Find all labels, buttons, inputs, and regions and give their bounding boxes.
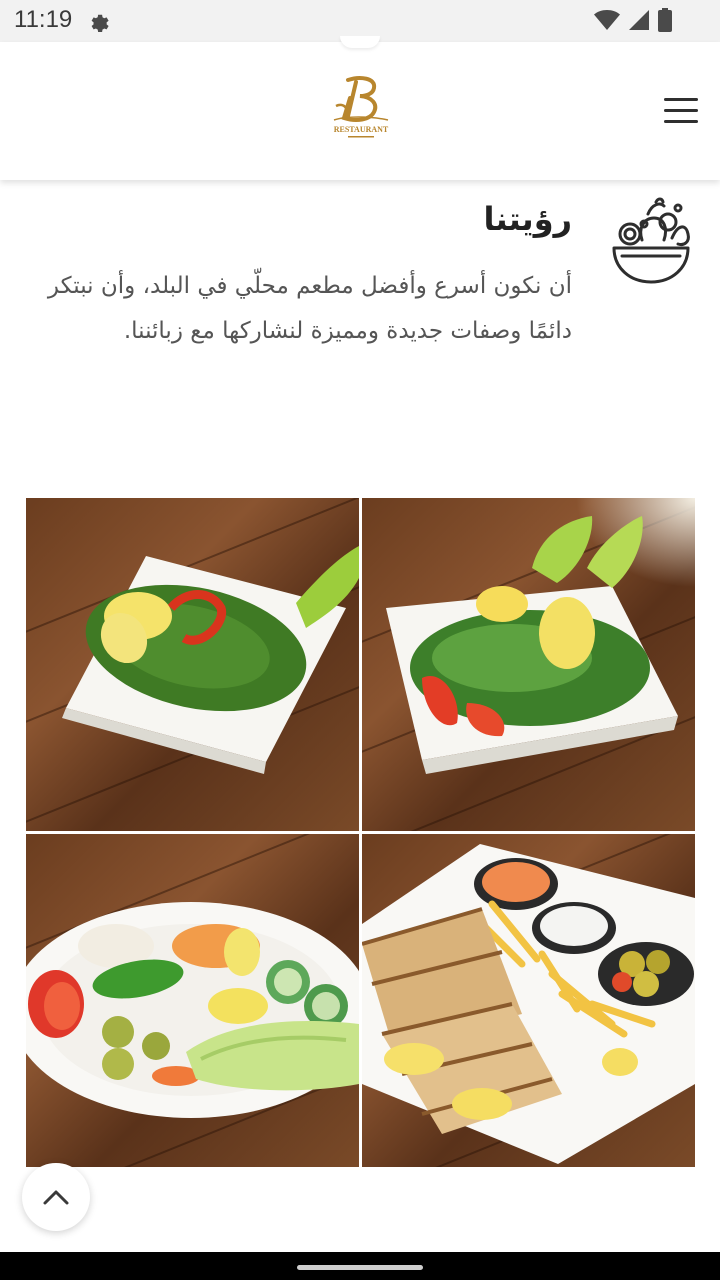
- home-gesture-pill[interactable]: [297, 1265, 423, 1270]
- hamburger-menu-icon[interactable]: [664, 98, 698, 126]
- logo-text: RESTAURANT: [334, 125, 389, 134]
- status-icons: [594, 8, 672, 32]
- chevron-up-icon: [43, 1190, 69, 1205]
- header-notch: [340, 36, 380, 48]
- food-gallery: [26, 498, 695, 1167]
- gallery-photo-vegetable-plate[interactable]: [26, 834, 359, 1167]
- app-header: RESTAURANT: [0, 36, 720, 180]
- status-time: 11:19: [14, 6, 73, 33]
- vision-title: رؤيتنا: [483, 200, 572, 238]
- scroll-to-top-button[interactable]: [22, 1163, 90, 1231]
- salad-bowl-icon: [612, 197, 690, 284]
- system-nav-bar: [0, 1252, 720, 1280]
- battery-icon: [658, 8, 672, 32]
- signal-icon: [629, 10, 649, 30]
- gear-icon: [91, 14, 109, 32]
- restaurant-logo[interactable]: RESTAURANT: [326, 72, 396, 142]
- gallery-photo-green-salad[interactable]: [362, 498, 695, 831]
- wifi-icon: [594, 10, 620, 30]
- gallery-photo-shawarma-platter[interactable]: [362, 834, 695, 1167]
- gallery-photo-tabbouleh[interactable]: [26, 498, 359, 831]
- vision-section: رؤيتنا أن نكون أسرع وأفضل مطعم محلّي في …: [0, 180, 720, 480]
- vision-text: أن نكون أسرع وأفضل مطعم محلّي في البلد، …: [47, 273, 572, 344]
